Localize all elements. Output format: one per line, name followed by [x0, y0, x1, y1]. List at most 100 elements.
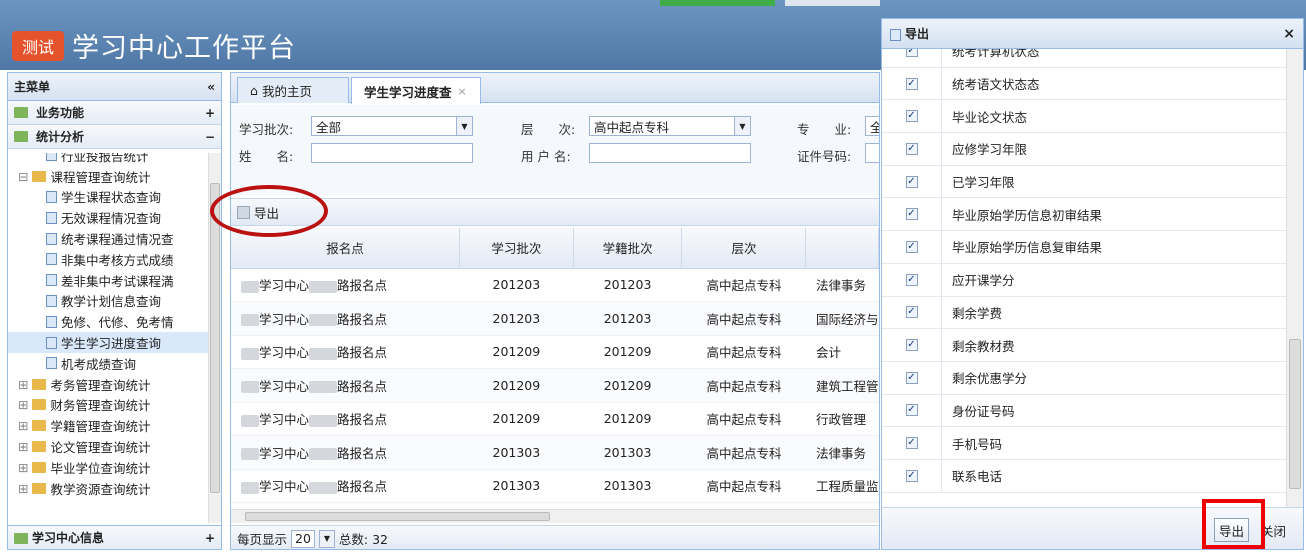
dialog-export-button[interactable]: 导出 [1214, 518, 1250, 542]
table-row[interactable]: 学习中心 路报名点 201209 201209 高中起点专科 行政管理 [231, 402, 879, 436]
top-green-tab[interactable] [660, 0, 775, 6]
tree-folder[interactable]: ⊞ 学籍管理查询统计 [8, 415, 208, 436]
tree-folder[interactable]: ⊞ 论文管理查询统计 [8, 436, 208, 457]
expander-icon[interactable]: ⊞ [18, 397, 28, 412]
level-select[interactable]: 高中起点专科 ▼ [589, 116, 751, 136]
close-icon[interactable]: × [1283, 26, 1295, 42]
checkbox[interactable]: ✓ [905, 404, 918, 417]
chevron-down-icon[interactable]: ▼ [456, 117, 472, 135]
accordion-business[interactable]: 业务功能 + [8, 101, 221, 125]
tree-item[interactable]: 差非集中考试课程満 [8, 270, 208, 291]
expander-icon[interactable]: ⊟ [18, 169, 28, 184]
grid-hscrollbar[interactable] [231, 509, 879, 523]
tree-item[interactable]: 非集中考核方式成绩 [8, 249, 208, 270]
export-field-row[interactable]: ✓ 统考计算机状态 [882, 49, 1287, 68]
top-gray-tab[interactable] [785, 0, 880, 6]
table-row[interactable]: 学习中心 路报名点 201209 201209 高中起点专科 建筑工程管 [231, 368, 879, 403]
tree-folder[interactable]: ⊞ 考务管理查询统计 [8, 374, 208, 395]
expander-icon[interactable]: ⊞ [18, 460, 28, 475]
tree-item[interactable]: 无效课程情况查询 [8, 207, 208, 228]
checkbox[interactable]: ✓ [905, 339, 918, 352]
export-field-row[interactable]: ✓ 毕业原始学历信息复审结果 [882, 231, 1287, 264]
table-row[interactable]: 学习中心 路报名点 201303 201303 高中起点专科 法律事务 [231, 435, 879, 470]
tab-progress[interactable]: 学生学习进度查 × [351, 77, 481, 104]
chevron-down-icon[interactable]: ▼ [318, 529, 335, 548]
close-tab-icon[interactable]: × [458, 85, 467, 98]
export-field-row[interactable]: ✓ 联系电话 [882, 459, 1287, 493]
table-row[interactable]: 学习中心 路报名点 201209 201209 高中起点专科 会计 [231, 335, 879, 369]
tree-folder[interactable]: ⊞ 财务管理查询统计 [8, 395, 208, 416]
expander-icon[interactable]: ⊞ [18, 418, 28, 433]
checkbox[interactable]: ✓ [905, 437, 918, 450]
tree-item[interactable]: 免修、代修、免考情 [8, 311, 208, 332]
checkbox[interactable]: ✓ [905, 273, 918, 286]
tree-item[interactable]: 行业投报告统计 [8, 153, 208, 166]
tree-label: 论文管理查询统计 [50, 440, 151, 456]
column-header[interactable]: 层次 [681, 228, 807, 269]
export-field-row[interactable]: ✓ 统考语文状态态 [882, 67, 1287, 101]
checkbox[interactable]: ✓ [905, 469, 918, 482]
table-row[interactable]: 学习中心 路报名点 201203 201203 高中起点专科 法律事务 [231, 268, 879, 302]
tree-item[interactable]: 机考成绩查询 [8, 353, 208, 374]
sidebar-scrollbar[interactable] [208, 153, 221, 523]
tree-folder[interactable]: ⊞ 教学资源查询统计 [8, 478, 208, 499]
scroll-thumb[interactable] [245, 512, 550, 521]
export-field-row[interactable]: ✓ 剩余学费 [882, 296, 1287, 330]
checkbox[interactable]: ✓ [905, 240, 918, 253]
checkbox[interactable]: ✓ [905, 306, 918, 319]
tree-item[interactable]: 学生课程状态查询 [8, 187, 208, 208]
table-row[interactable]: 学习中心 路报名点 201303 201303 高中起点专科 工程质量监 [231, 469, 879, 503]
username-input[interactable] [589, 143, 751, 163]
checkbox[interactable]: ✓ [905, 110, 918, 123]
export-field-row[interactable]: ✓ 已学习年限 [882, 165, 1287, 199]
id-input[interactable] [865, 143, 879, 163]
expand-icon[interactable]: + [205, 106, 215, 120]
scroll-thumb[interactable] [210, 183, 220, 493]
export-field-row[interactable]: ✓ 毕业原始学历信息初审结果 [882, 198, 1287, 232]
site-text: 路报名点 [337, 378, 388, 394]
export-button[interactable]: 导出 [237, 203, 279, 222]
checkbox[interactable]: ✓ [905, 371, 918, 384]
tree-folder[interactable]: ⊞ 毕业学位查询统计 [8, 457, 208, 478]
export-field-row[interactable]: ✓ 手机号码 [882, 427, 1287, 460]
export-field-row[interactable]: ✓ 应开课学分 [882, 263, 1287, 297]
checkbox[interactable]: ✓ [905, 142, 918, 155]
export-field-row[interactable]: ✓ 毕业论文状态 [882, 100, 1287, 134]
enroll-cell: 201203 [573, 268, 682, 302]
chevron-down-icon[interactable]: ▼ [734, 117, 750, 135]
tree-folder[interactable]: ⊟ 课程管理查询统计 [8, 166, 208, 187]
major-select[interactable]: 全 [865, 116, 879, 136]
dialog-scrollbar[interactable] [1286, 49, 1303, 508]
column-header[interactable]: 学习批次 [459, 228, 574, 269]
scroll-thumb[interactable] [1289, 339, 1301, 489]
accordion-statistics[interactable]: 统计分析 − [8, 125, 221, 149]
checkbox[interactable]: ✓ [905, 49, 918, 57]
accordion-center-info[interactable]: 学习中心信息 + [8, 525, 221, 549]
expand-icon[interactable]: + [205, 531, 215, 545]
export-field-row[interactable]: ✓ 身份证号码 [882, 394, 1287, 428]
export-field-row[interactable]: ✓ 剩余优惠学分 [882, 361, 1287, 395]
collapse-icon[interactable]: « [207, 80, 215, 94]
per-page-select[interactable]: 20 [291, 529, 315, 548]
expander-icon[interactable]: ⊞ [18, 481, 28, 496]
table-row[interactable]: 学习中心 路报名点 201203 201203 高中起点专科 国际经济与 [231, 301, 879, 336]
checkbox[interactable]: ✓ [905, 77, 918, 90]
tree-item[interactable]: 教学计划信息查询 [8, 291, 208, 312]
tab-home[interactable]: ⌂ 我的主页 [237, 77, 349, 103]
export-field-row[interactable]: ✓ 应修学习年限 [882, 133, 1287, 166]
column-header[interactable]: 学籍批次 [573, 228, 683, 269]
column-header[interactable]: 报名点 [231, 228, 461, 269]
checkbox[interactable]: ✓ [905, 208, 918, 221]
expander-icon[interactable]: ⊞ [18, 377, 28, 392]
batch-select[interactable]: 全部 ▼ [311, 116, 473, 136]
export-field-row[interactable]: ✓ 剩余教材费 [882, 329, 1287, 362]
site-text: 学习中心 [259, 479, 310, 495]
column-header[interactable] [805, 228, 879, 269]
dialog-close-button[interactable]: 关闭 [1257, 518, 1290, 542]
tree-item[interactable]: 统考课程通过情况查 [8, 228, 208, 249]
collapse-section-icon[interactable]: − [205, 130, 215, 144]
expander-icon[interactable]: ⊞ [18, 439, 28, 454]
tree-item[interactable]: 学生学习进度查询 [8, 332, 208, 353]
name-input[interactable] [311, 143, 473, 163]
checkbox[interactable]: ✓ [905, 175, 918, 188]
